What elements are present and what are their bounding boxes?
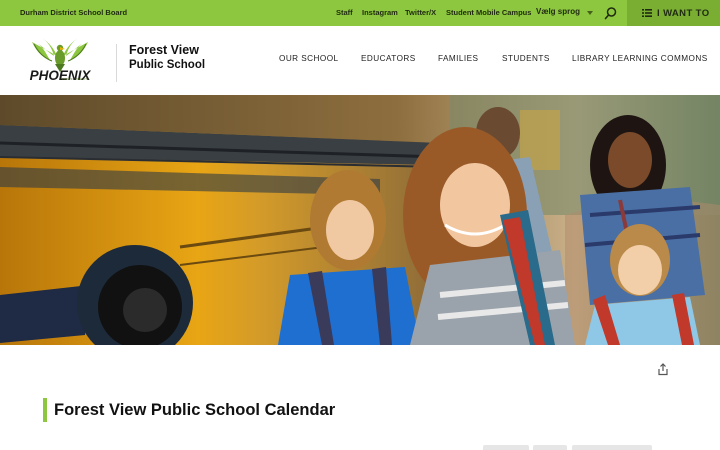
board-name[interactable]: Durham District School Board bbox=[20, 8, 127, 17]
nav-library-learning-commons[interactable]: LIBRARY LEARNING COMMONS bbox=[572, 54, 708, 63]
search-icon[interactable] bbox=[604, 6, 618, 20]
header-divider bbox=[116, 44, 117, 82]
nav-families[interactable]: FAMILIES bbox=[438, 54, 478, 63]
staff-link[interactable]: Staff bbox=[336, 8, 353, 17]
share-icon[interactable] bbox=[657, 363, 669, 376]
chevron-down-icon bbox=[587, 11, 593, 15]
school-name[interactable]: Forest View Public School bbox=[129, 43, 205, 73]
list-icon bbox=[642, 9, 652, 17]
language-select[interactable]: Vælg sprog bbox=[536, 7, 580, 16]
top-utility-bar: Durham District School Board Staff Insta… bbox=[0, 0, 720, 26]
calendar-title: Forest View Public School Calendar bbox=[54, 401, 336, 419]
school-name-line2: Public School bbox=[129, 59, 206, 71]
i-want-to-button[interactable]: I WANT TO bbox=[627, 0, 720, 26]
calendar-control-button[interactable] bbox=[572, 445, 652, 450]
site-header: PHOENIX FOREST VIEW P.S. Forest View Pub… bbox=[0, 26, 720, 95]
nav-students[interactable]: STUDENTS bbox=[502, 54, 550, 63]
nav-educators[interactable]: EDUCATORS bbox=[361, 54, 416, 63]
i-want-to-label: I WANT TO bbox=[657, 8, 710, 19]
twitter-link[interactable]: Twitter/X bbox=[405, 8, 436, 17]
hero-image bbox=[0, 95, 720, 345]
school-name-line1: Forest View bbox=[129, 43, 199, 57]
calendar-control-button[interactable] bbox=[483, 445, 529, 450]
logo-tagline: FOREST VIEW P.S. bbox=[62, 77, 89, 81]
instagram-link[interactable]: Instagram bbox=[362, 8, 398, 17]
calendar-control-button[interactable] bbox=[533, 445, 567, 450]
student-mobile-campus-link[interactable]: Student Mobile Campus bbox=[446, 8, 531, 17]
nav-our-school[interactable]: OUR SCHOOL bbox=[279, 54, 339, 63]
calendar-heading: Forest View Public School Calendar bbox=[43, 398, 335, 422]
